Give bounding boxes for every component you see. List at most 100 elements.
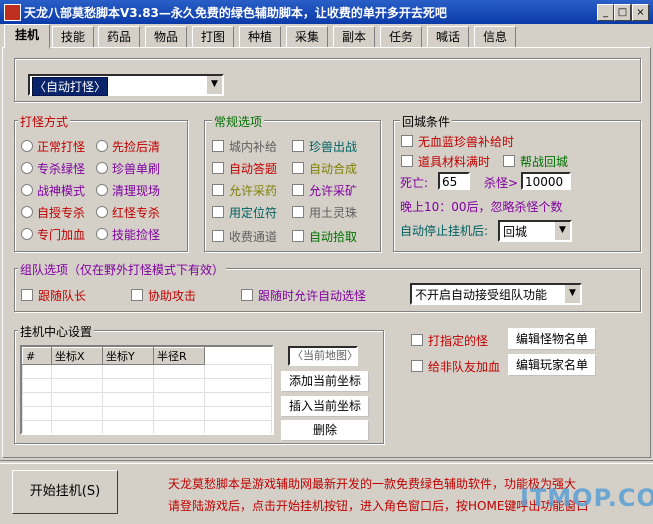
check-follow-leader[interactable] [21,289,33,301]
check-auto-combine[interactable] [292,162,304,174]
radio-pickup-first[interactable] [96,140,108,152]
minimize-button[interactable]: _ [597,4,614,21]
label-pickup-first: 先捡后清 [112,140,161,154]
check-guild-war[interactable] [503,155,515,167]
mode-select-value: 〈自动打怪〉 [32,77,109,96]
coordinate-table[interactable]: # 坐标X 坐标Y 半径R [20,345,274,435]
edit-monster-list-button[interactable]: 编辑怪物名单 [508,328,596,350]
auto-stop-select[interactable]: 回城 ▼ [498,220,572,242]
check-heal-nonteam[interactable] [411,360,423,372]
tab-guaji[interactable]: 挂机 [4,24,50,49]
col-index[interactable]: # [22,347,52,365]
label-heal-only: 专门加血 [37,228,86,242]
col-y[interactable]: 坐标Y [102,347,154,365]
check-paid-channel[interactable] [212,230,224,242]
col-x[interactable]: 坐标X [51,347,103,365]
tab-map[interactable]: 打图 [192,26,234,48]
label-skill-pickup: 技能捡怪 [112,228,161,242]
chevron-down-icon: ▼ [554,222,570,240]
label-normal: 正常打怪 [37,140,86,154]
check-assist-attack[interactable] [131,289,143,301]
auto-stop-value: 回城 [503,225,528,239]
radio-clean-up[interactable] [96,184,108,196]
label-clean-up: 清理现场 [112,184,161,198]
check-auto-pickup[interactable] [292,230,304,242]
tab-medicine[interactable]: 药品 [98,26,140,48]
start-hangup-button[interactable]: 开始挂机(S) [12,470,118,514]
tab-planting[interactable]: 种植 [239,26,281,48]
label-heal-nonteam: 给非队友加血 [428,360,501,374]
label-war-god: 战神模式 [37,184,86,198]
label-allow-herb: 允许采药 [229,184,278,198]
radio-heal-only[interactable] [21,228,33,240]
label-guild-war: 帮战回城 [520,155,569,169]
general-title: 常规选项 [212,113,265,130]
kill-input[interactable]: 10000 [521,172,571,190]
label-white-only: 自授专杀 [37,206,86,220]
watermark: ITMOP.COM [520,484,653,512]
close-button[interactable]: × [632,4,649,21]
label-locator: 用定位符 [229,206,278,220]
label-pet-fight: 珍兽出战 [309,140,358,154]
col-radius[interactable]: 半径R [153,347,205,365]
current-map-field[interactable]: 〈当前地图〉 [288,346,358,366]
label-assist-attack: 协助攻击 [148,289,197,303]
radio-normal[interactable] [21,140,33,152]
maximize-button[interactable]: □ [614,4,631,21]
kill-label: 杀怪> [484,176,519,190]
fight-mode-title: 打怪方式 [18,113,71,130]
footer-divider [0,460,653,464]
tab-skills[interactable]: 技能 [52,26,94,48]
check-follow-auto-select[interactable] [241,289,253,301]
label-auto-combine: 自动合成 [309,162,358,176]
table-row[interactable] [22,420,272,433]
window-title: 天龙八部莫愁脚本V3.83—永久免费的绿色辅助脚本，让收费的单开多开去死吧 [24,6,447,20]
table-row[interactable] [22,406,272,421]
check-hit-specific[interactable] [411,334,423,346]
check-pet-fight[interactable] [292,140,304,152]
death-input[interactable]: 65 [438,172,470,190]
delete-coordinate-button[interactable]: 删除 [281,420,369,441]
team-accept-select[interactable]: 不开启自动接受组队功能 ▼ [410,283,582,305]
label-auto-pickup: 自动拾取 [309,230,358,244]
tab-gather[interactable]: 采集 [286,26,328,48]
radio-war-god[interactable] [21,184,33,196]
edit-player-list-button[interactable]: 编辑玩家名单 [508,354,596,376]
check-bag-full[interactable] [401,155,413,167]
check-auto-answer[interactable] [212,162,224,174]
center-title: 挂机中心设置 [18,323,95,340]
tab-items[interactable]: 物品 [145,26,187,48]
check-earth-orb[interactable] [292,206,304,218]
check-allow-herb[interactable] [212,184,224,196]
label-bag-full: 道具材料满时 [418,155,491,169]
check-no-hp-mp[interactable] [401,135,413,147]
tab-quest[interactable]: 任务 [380,26,422,48]
insert-coordinate-button[interactable]: 插入当前坐标 [281,396,369,417]
night-note: 晚上10：00后，忽略杀怪个数 [400,200,563,214]
table-row[interactable] [22,364,272,379]
add-coordinate-button[interactable]: 添加当前坐标 [281,371,369,392]
check-locator[interactable] [212,206,224,218]
tab-shout[interactable]: 喊话 [427,26,469,48]
label-paid-channel: 收费通道 [229,230,278,244]
label-pet-solo: 珍兽单刷 [112,162,161,176]
label-hit-specific: 打指定的怪 [428,334,489,348]
table-row[interactable] [22,378,272,393]
check-city-supply[interactable] [212,140,224,152]
tab-dungeon[interactable]: 副本 [333,26,375,48]
radio-green-only[interactable] [21,162,33,174]
radio-skill-pickup[interactable] [96,228,108,240]
team-title: 组队选项（仅在野外打怪模式下有效） [18,261,227,278]
team-accept-value: 不开启自动接受组队功能 [415,288,548,302]
radio-red-only[interactable] [96,206,108,218]
radio-white-only[interactable] [21,206,33,218]
table-row[interactable] [22,392,272,407]
label-green-only: 专杀绿怪 [37,162,86,176]
footer-desc-line1: 天龙莫愁脚本是游戏辅助网最新开发的一款免费绿色辅助软件，功能极为强大 [168,477,577,491]
tab-info[interactable]: 信息 [474,26,516,48]
mode-select[interactable]: 〈自动打怪〉 ▼ [28,74,224,96]
app-icon [4,4,21,21]
radio-pet-solo[interactable] [96,162,108,174]
check-allow-mine[interactable] [292,184,304,196]
label-follow-leader: 跟随队长 [38,289,87,303]
